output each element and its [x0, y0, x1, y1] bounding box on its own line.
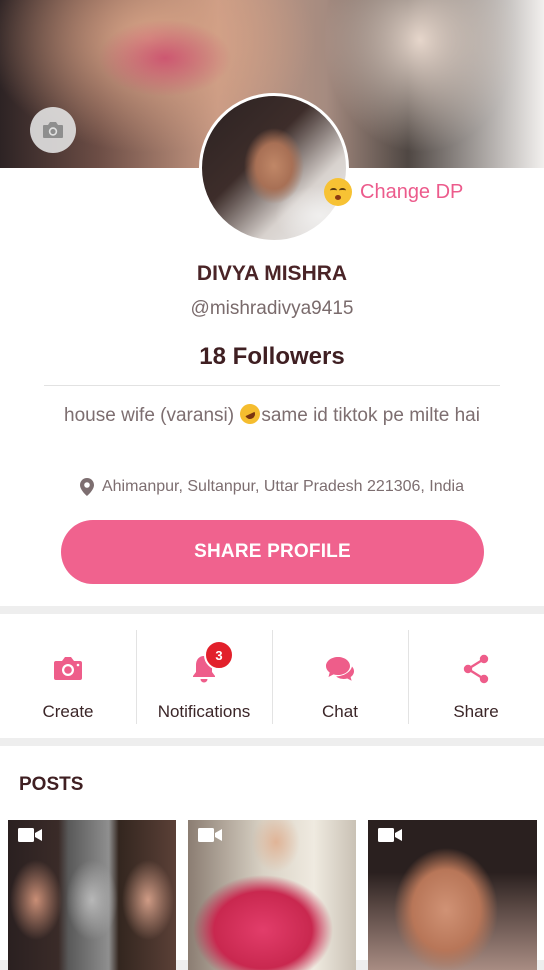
notifications-action[interactable]: 3 Notifications	[136, 614, 272, 738]
post-thumbnail[interactable]	[188, 820, 356, 970]
posts-title: POSTS	[19, 774, 84, 795]
profile-avatar[interactable]	[199, 93, 349, 243]
video-camera-icon	[18, 828, 42, 842]
create-label: Create	[42, 702, 94, 721]
followers-count[interactable]: 18 Followers	[0, 343, 544, 371]
kissing-face-icon	[324, 178, 352, 206]
share-icon	[463, 654, 489, 684]
profile-bio: house wife (varansi) same id tiktok pe m…	[40, 400, 504, 429]
location-pin-icon	[79, 478, 94, 496]
video-camera-icon	[198, 828, 222, 842]
profile-location: Ahimanpur, Sultanpur, Uttar Pradesh 2213…	[0, 478, 544, 496]
chat-label: Chat	[322, 702, 358, 721]
bio-text-start: house wife (varansi)	[64, 405, 240, 426]
notification-badge: 3	[204, 640, 234, 670]
camera-icon	[43, 122, 63, 138]
post-thumbnail[interactable]	[368, 820, 537, 970]
posts-section: POSTS	[0, 746, 544, 970]
action-bar: Create 3 Notifications Chat Share	[0, 614, 544, 738]
notifications-label: Notifications	[157, 702, 251, 721]
share-action[interactable]: Share	[408, 614, 544, 738]
change-dp-button[interactable]: Change DP	[324, 174, 463, 210]
chat-icon	[326, 657, 354, 681]
change-dp-label: Change DP	[360, 180, 464, 203]
chat-action[interactable]: Chat	[272, 614, 408, 738]
camera-icon	[54, 657, 82, 680]
post-thumbnail[interactable]	[8, 820, 176, 970]
profile-handle: @mishradivya9415	[190, 298, 354, 319]
rofl-emoji-icon	[237, 400, 264, 428]
share-profile-button[interactable]: SHARE PROFILE	[61, 520, 484, 584]
video-camera-icon	[378, 828, 402, 842]
divider	[44, 385, 500, 386]
profile-name: DIVYA MISHRA	[196, 262, 348, 285]
location-text: Ahimanpur, Sultanpur, Uttar Pradesh 2213…	[101, 478, 464, 495]
change-cover-button[interactable]	[30, 107, 76, 153]
share-label: Share	[453, 702, 499, 721]
bio-text-end: same id tiktok pe milte hai	[261, 405, 480, 426]
create-action[interactable]: Create	[0, 614, 136, 738]
